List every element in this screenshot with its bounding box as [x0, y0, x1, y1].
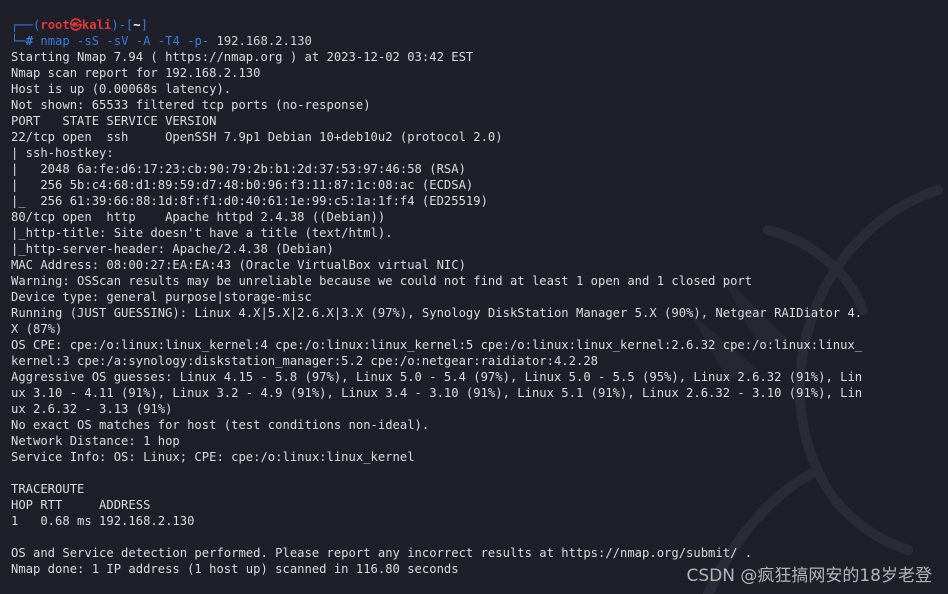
prompt-header: ┌──(root㉿kali)-[~]: [11, 18, 148, 32]
output-line: 22/tcp open ssh OpenSSH 7.9p1 Debian 10+…: [11, 130, 503, 144]
prompt-command-line: └─# nmap -sS -sV -A -T4 -p- 192.168.2.13…: [11, 34, 312, 48]
output-line: Device type: general purpose|storage-mis…: [11, 290, 312, 304]
output-line: Network Distance: 1 hop: [11, 434, 180, 448]
output-line: 1 0.68 ms 192.168.2.130: [11, 514, 195, 528]
output-line: X (87%): [11, 322, 63, 336]
output-line: ux 2.6.32 - 3.13 (91%): [11, 402, 173, 416]
output-line: HOP RTT ADDRESS: [11, 498, 151, 512]
output-line: Running (JUST GUESSING): Linux 4.X|5.X|2…: [11, 306, 863, 320]
output-line: Aggressive OS guesses: Linux 4.15 - 5.8 …: [11, 370, 863, 384]
output-line: |_http-title: Site doesn't have a title …: [11, 226, 393, 240]
output-line: MAC Address: 08:00:27:EA:EA:43 (Oracle V…: [11, 258, 466, 272]
output-line: OS CPE: cpe:/o:linux:linux_kernel:4 cpe:…: [11, 338, 863, 352]
output-line: | ssh-hostkey:: [11, 146, 122, 160]
output-line: |_ 256 61:39:66:88:1d:8f:f1:d0:40:61:1e:…: [11, 194, 488, 208]
output-line: ux 3.10 - 4.11 (91%), Linux 3.2 - 4.9 (9…: [11, 386, 863, 400]
command-output: Starting Nmap 7.94 ( https://nmap.org ) …: [11, 49, 948, 577]
csdn-watermark: CSDN @疯狂搞网安的18岁老登: [686, 566, 932, 586]
output-line: Warning: OSScan results may be unreliabl…: [11, 274, 753, 288]
output-line: No exact OS matches for host (test condi…: [11, 418, 430, 432]
output-line: PORT STATE SERVICE VERSION: [11, 114, 217, 128]
output-line: TRACEROUTE: [11, 482, 85, 496]
output-line: |_http-server-header: Apache/2.4.38 (Deb…: [11, 242, 334, 256]
output-line: OS and Service detection performed. Plea…: [11, 546, 753, 560]
output-line: Service Info: OS: Linux; CPE: cpe:/o:lin…: [11, 450, 415, 464]
output-line: | 2048 6a:fe:d6:17:23:cb:90:79:2b:b1:2d:…: [11, 162, 466, 176]
terminal-output[interactable]: ┌──(root㉿kali)-[~] └─# nmap -sS -sV -A -…: [11, 17, 948, 594]
command-target: 192.168.2.130: [216, 34, 312, 48]
prompt-dir: ~: [133, 18, 141, 32]
output-line: 80/tcp open http Apache httpd 2.4.38 ((D…: [11, 210, 386, 224]
output-line: Host is up (0.00068s latency).: [11, 82, 232, 96]
output-line: kernel:3 cpe:/a:synology:diskstation_man…: [11, 354, 598, 368]
output-line: | 256 5b:c4:68:d1:89:59:d7:48:b0:96:f3:1…: [11, 178, 474, 192]
command-text: nmap -sS -sV -A -T4 -p-: [40, 34, 217, 48]
output-line: Nmap scan report for 192.168.2.130: [11, 66, 261, 80]
prompt-hash: #: [25, 34, 41, 48]
prompt-user: root㉿kali: [40, 18, 112, 32]
output-line: Not shown: 65533 filtered tcp ports (no-…: [11, 98, 371, 112]
output-line: Starting Nmap 7.94 ( https://nmap.org ) …: [11, 50, 474, 64]
